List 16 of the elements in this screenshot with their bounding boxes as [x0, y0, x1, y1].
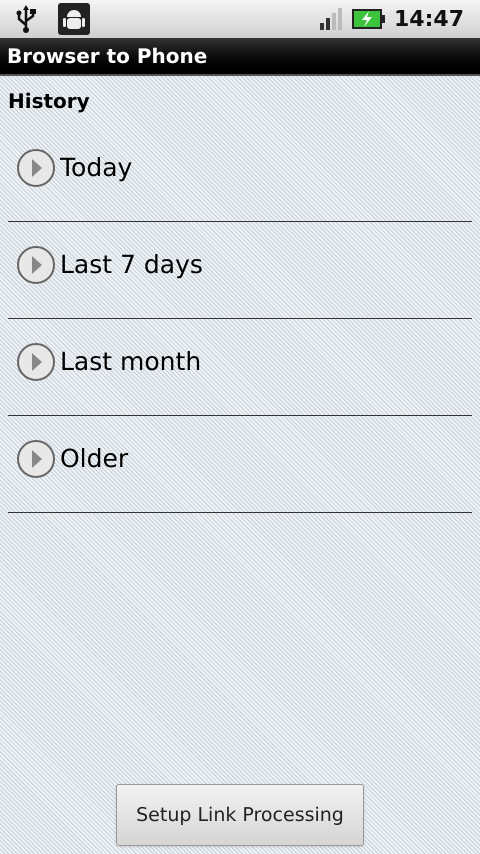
clock: 14:47 [394, 6, 464, 34]
setup-link-processing-button[interactable]: Setup Link Processing [116, 784, 364, 846]
group-label: Last month [60, 346, 202, 378]
battery-charging-icon [352, 9, 386, 29]
group-label: Today [60, 152, 132, 184]
history-group[interactable]: Older [8, 416, 472, 513]
usb-icon [16, 5, 36, 33]
section-title: History [8, 89, 90, 113]
signal-icon [320, 8, 344, 30]
history-group[interactable]: Last month [8, 319, 472, 416]
history-group[interactable]: Last 7 days [8, 222, 472, 319]
group-label: Older [60, 443, 128, 476]
group-label: Last 7 days [60, 249, 203, 282]
window-title: Browser to Phone [7, 43, 208, 70]
history-group[interactable]: Today [8, 125, 472, 222]
android-debug-icon [58, 3, 90, 35]
